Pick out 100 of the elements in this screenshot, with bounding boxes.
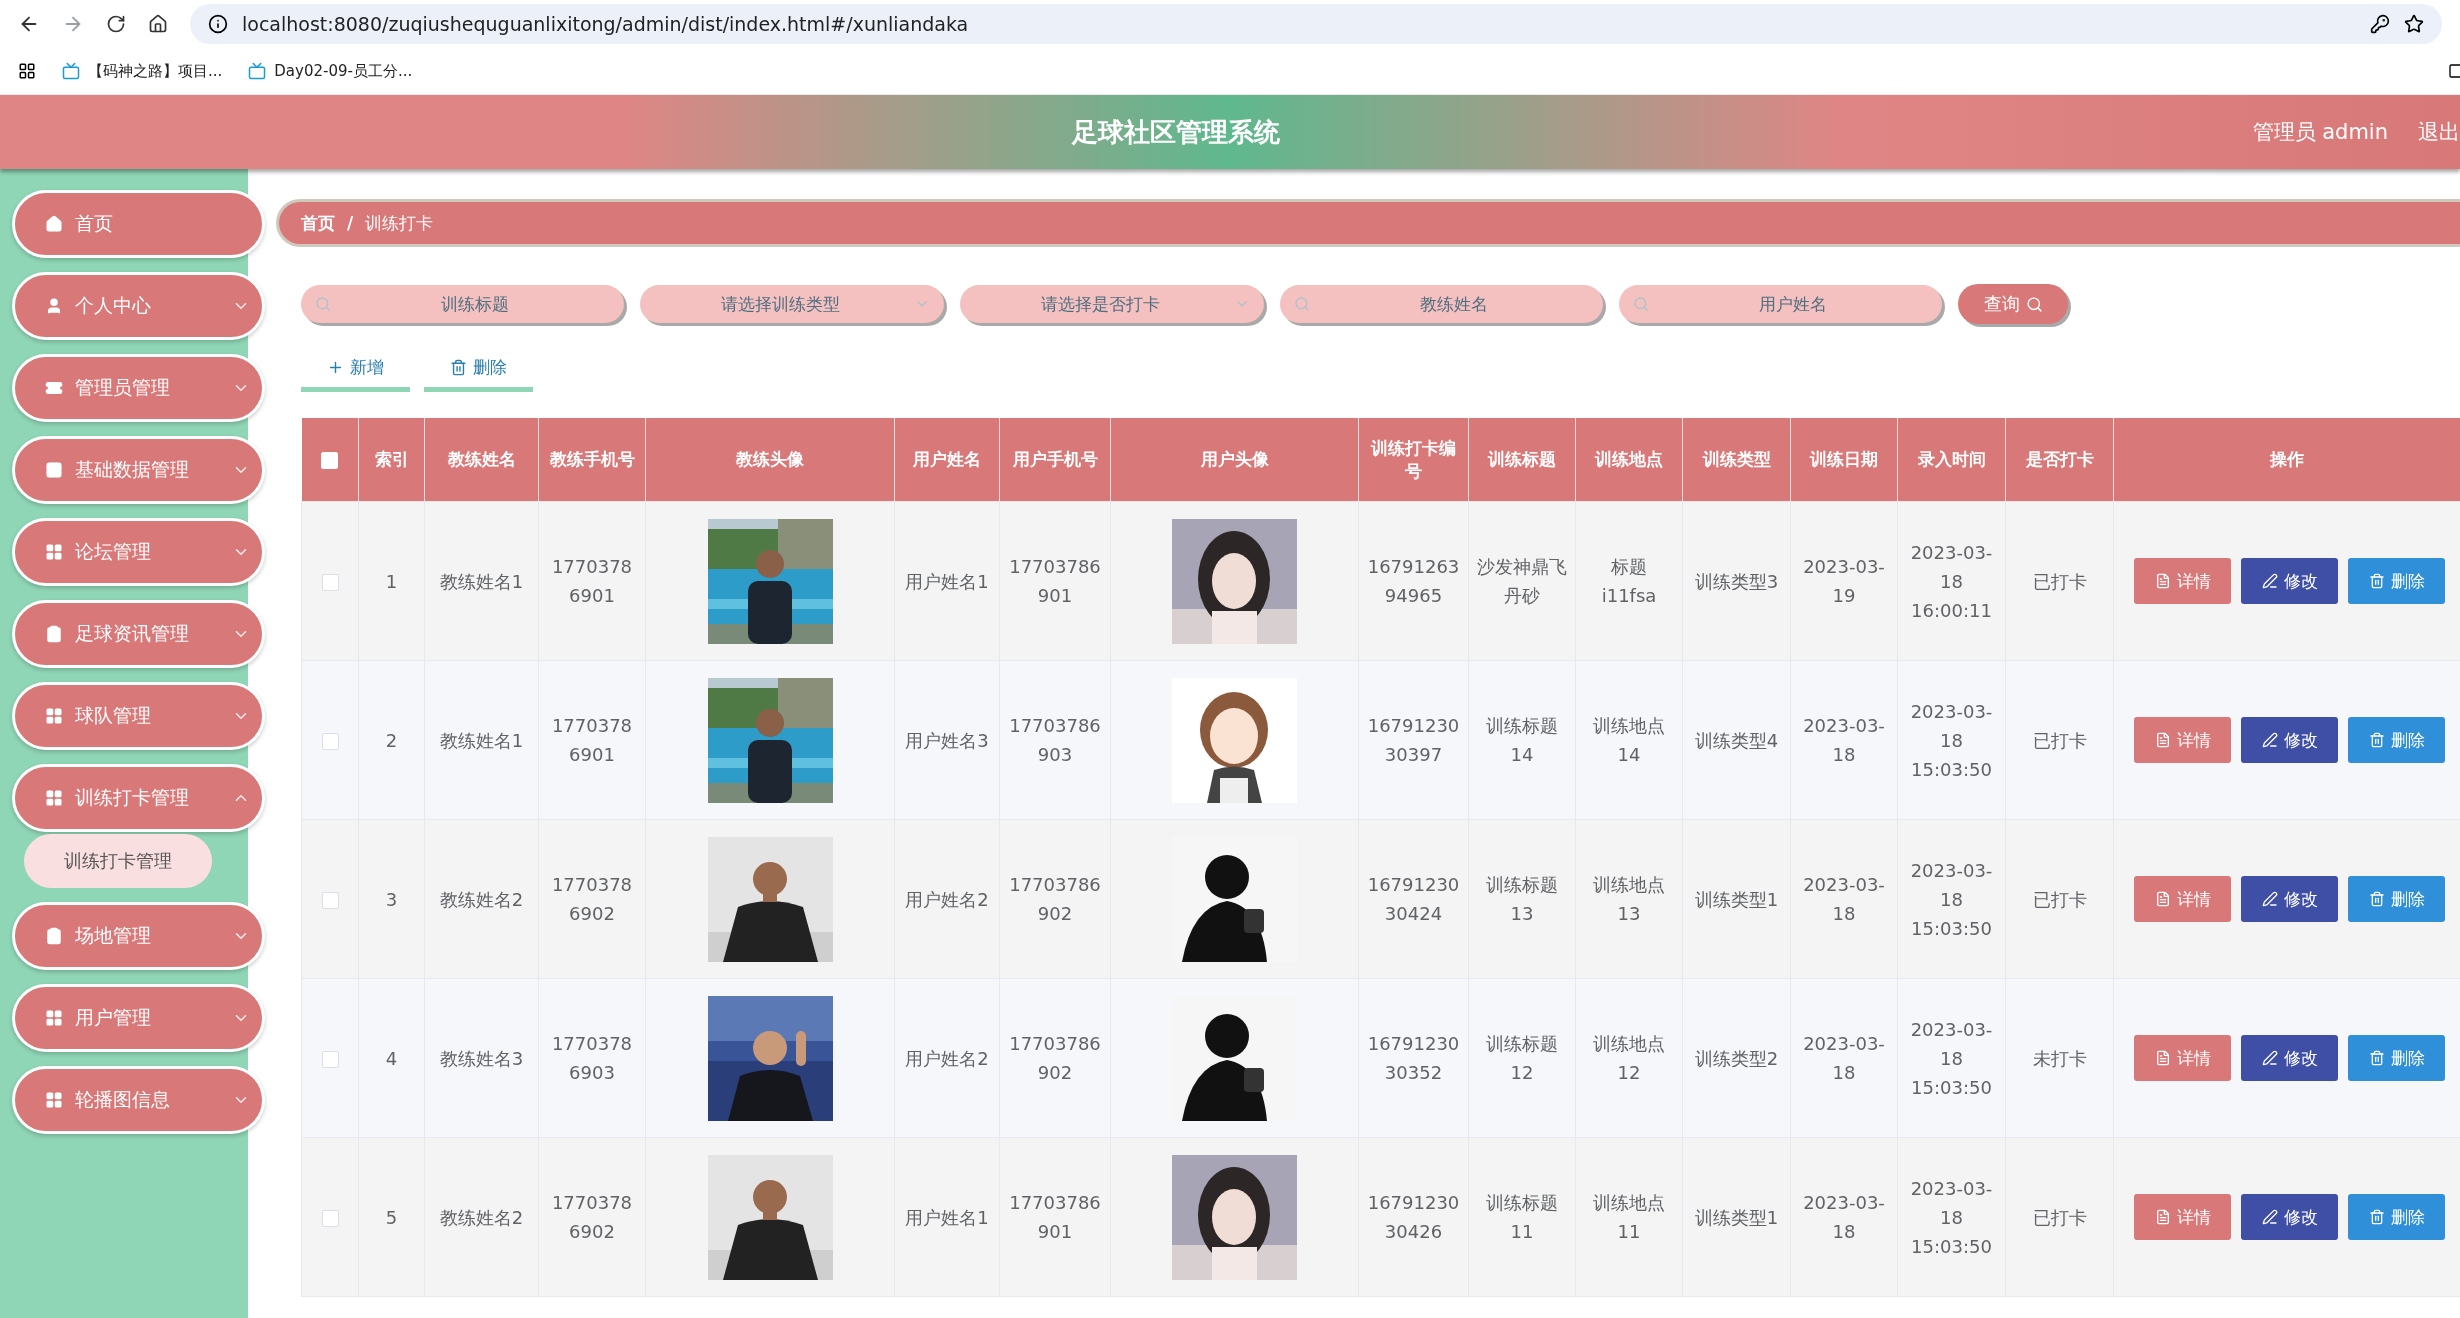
star-icon[interactable] <box>2404 14 2424 34</box>
detail-button[interactable]: 详情 <box>2134 558 2231 604</box>
table-cell: 17703786902 <box>538 1137 646 1297</box>
select-input[interactable]: 请选择训练类型 <box>654 293 906 315</box>
table-cell: 标题i11fsa <box>1575 501 1683 661</box>
table-cell: 用户姓名1 <box>894 1137 1000 1297</box>
bookmark[interactable]: Day02-09-员工分... <box>248 61 413 81</box>
select-input[interactable]: 请选择是否打卡 <box>974 293 1226 315</box>
delete-button[interactable]: 删除 <box>2348 717 2445 763</box>
column-header: 索引 <box>358 418 425 502</box>
search-button[interactable]: 查询 <box>1958 284 2068 324</box>
text-input[interactable]: 教练姓名 <box>1318 293 1589 315</box>
table-cell: 训练地点11 <box>1575 1137 1683 1297</box>
table-cell: 17703786902 <box>999 819 1111 979</box>
edit-button[interactable]: 修改 <box>2241 876 2338 922</box>
home-icon[interactable] <box>148 14 168 34</box>
pen-icon <box>2261 1209 2278 1225</box>
sidebar-item[interactable]: 管理员管理 <box>12 354 265 422</box>
delete-button[interactable]: 删除 <box>2348 1035 2445 1081</box>
home-icon <box>45 215 63 233</box>
table-cell: 17703786901 <box>999 501 1111 661</box>
info-icon <box>208 14 228 34</box>
sidebar-item[interactable]: 论坛管理 <box>12 518 265 586</box>
table-cell: 教练姓名1 <box>424 501 539 661</box>
delete-button[interactable]: 删除 <box>2348 558 2445 604</box>
table-cell: 17703786903 <box>538 978 646 1138</box>
row-checkbox[interactable] <box>321 1210 339 1227</box>
table-cell: 用户姓名1 <box>894 501 1000 661</box>
search-field[interactable]: 训练标题 <box>301 285 624 323</box>
delete-button[interactable]: 删除 <box>2348 1194 2445 1240</box>
table-cell: 2023-03-18 15:03:50 <box>1897 1137 2006 1297</box>
tv-icon <box>248 62 267 80</box>
search-icon <box>1294 296 1310 312</box>
table-cell: 教练姓名2 <box>424 819 539 979</box>
pen-icon <box>2261 1050 2278 1066</box>
delete-button[interactable]: 删除 <box>424 348 533 392</box>
sidebar-item[interactable]: 球队管理 <box>12 682 265 750</box>
search-field[interactable]: 教练姓名 <box>1280 285 1603 323</box>
table-cell: 训练标题11 <box>1468 1137 1576 1297</box>
detail-button[interactable]: 详情 <box>2134 717 2231 763</box>
detail-button[interactable]: 详情 <box>2134 1035 2231 1081</box>
breadcrumb-link[interactable]: 训练打卡 <box>365 211 434 235</box>
sidebar-item[interactable]: 训练打卡管理 <box>12 764 265 832</box>
table-cell: 2023-03-18 <box>1790 1137 1898 1297</box>
table-cell: 3 <box>358 819 425 979</box>
sidebar-item[interactable]: 场地管理 <box>12 902 265 970</box>
user-icon <box>45 297 63 315</box>
edit-button[interactable]: 修改 <box>2241 1194 2338 1240</box>
row-checkbox[interactable] <box>321 574 339 591</box>
sidebar-item[interactable]: 足球资讯管理 <box>12 600 265 668</box>
table-cell: 训练类型2 <box>1682 978 1791 1138</box>
sidebar-item[interactable]: 用户管理 <box>12 984 265 1052</box>
row-checkbox[interactable] <box>321 1051 339 1068</box>
url-text: localhost:8080/zuqiushequguanlixitong/admin/dist/index.html#/xunliandaka <box>242 13 970 35</box>
column-header: 训练类型 <box>1682 418 1791 502</box>
submenu-item[interactable]: 训练打卡管理 <box>24 834 212 888</box>
detail-button[interactable]: 详情 <box>2134 876 2231 922</box>
select-all-checkbox[interactable] <box>321 452 339 469</box>
bookmark[interactable]: 【码神之路】项目... <box>62 61 223 81</box>
table-cell: 17703786903 <box>999 660 1111 820</box>
table-cell: 17703786902 <box>538 819 646 979</box>
apps-icon[interactable] <box>18 62 36 80</box>
column-header: 教练姓名 <box>424 418 539 502</box>
pen-icon <box>2261 573 2278 589</box>
table-cell: 已打卡 <box>2005 1137 2114 1297</box>
key-icon[interactable] <box>2370 14 2390 34</box>
select-field[interactable]: 请选择训练类型 <box>640 285 944 323</box>
logout-link[interactable]: 退出 <box>2418 118 2460 146</box>
sidebar-item[interactable]: 首页 <box>12 190 265 258</box>
table-cell: 训练地点12 <box>1575 978 1683 1138</box>
text-input[interactable]: 用户姓名 <box>1657 293 1928 315</box>
sidebar-item[interactable]: 轮播图信息 <box>12 1066 265 1134</box>
trash-icon <box>2368 573 2385 589</box>
search-field[interactable]: 用户姓名 <box>1619 285 1942 323</box>
table-cell: 2023-03-18 16:00:11 <box>1897 501 2006 661</box>
trash-icon <box>450 359 467 376</box>
row-checkbox[interactable] <box>321 892 339 909</box>
delete-button[interactable]: 删除 <box>2348 876 2445 922</box>
sidebar-item[interactable]: 基础数据管理 <box>12 436 265 504</box>
folder-icon[interactable] <box>2448 63 2460 79</box>
column-header: 用户头像 <box>1110 418 1359 502</box>
row-checkbox[interactable] <box>321 733 339 750</box>
edit-button[interactable]: 修改 <box>2241 558 2338 604</box>
reload-icon[interactable] <box>106 14 126 34</box>
table-cell: 1679123030426 <box>1358 1137 1469 1297</box>
address-bar[interactable]: localhost:8080/zuqiushequguanlixitong/admin/dist/index.html#/xunliandaka <box>190 4 2442 44</box>
edit-button[interactable]: 修改 <box>2241 717 2338 763</box>
add-button[interactable]: 新增 <box>301 348 410 392</box>
detail-button[interactable]: 详情 <box>2134 1194 2231 1240</box>
sidebar-item[interactable]: 个人中心 <box>12 272 265 340</box>
text-input[interactable]: 训练标题 <box>339 293 610 315</box>
table-cell: 1679123030424 <box>1358 819 1469 979</box>
select-field[interactable]: 请选择是否打卡 <box>960 285 1264 323</box>
table-cell: 17703786902 <box>999 978 1111 1138</box>
table-cell: 训练类型1 <box>1682 1137 1791 1297</box>
breadcrumb-link[interactable]: 首页 <box>301 211 335 235</box>
edit-button[interactable]: 修改 <box>2241 1035 2338 1081</box>
table-cell: 17703786901 <box>538 501 646 661</box>
document-icon <box>2154 1050 2171 1066</box>
table-cell: 2023-03-18 <box>1790 660 1898 820</box>
